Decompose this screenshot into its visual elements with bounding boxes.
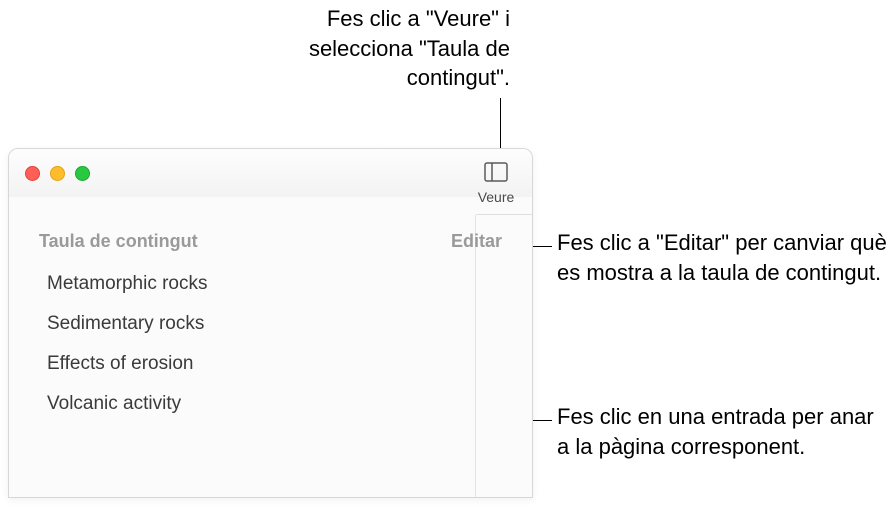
callout-toc-entry: Fes clic en una entrada per anar a la pà… [557,402,887,461]
view-button-label: Veure [478,189,515,205]
toc-item[interactable]: Sedimentary rocks [39,304,502,344]
toolbar-divider [476,214,532,215]
toc-item[interactable]: Metamorphic rocks [39,264,502,304]
callout-view: Fes clic a "Veure" i selecciona "Taula d… [230,4,510,93]
titlebar [9,149,532,197]
toc-item[interactable]: Volcanic activity [39,384,502,424]
toc-title: Taula de contingut [39,231,198,252]
window-controls [25,166,90,181]
toc-list: Metamorphic rocks Sedimentary rocks Effe… [9,264,532,424]
sidebar-view-icon [484,162,508,187]
toc-item[interactable]: Effects of erosion [39,344,502,384]
fullscreen-icon[interactable] [75,166,90,181]
app-window: Veure Taula de contingut Editar Metamorp… [8,148,533,498]
toc-sidebar: Taula de contingut Editar Metamorphic ro… [9,223,532,424]
edit-button[interactable]: Editar [451,231,502,252]
close-icon[interactable] [25,166,40,181]
minimize-icon[interactable] [50,166,65,181]
view-button[interactable]: Veure [466,155,526,211]
callout-edit: Fes clic a "Editar" per canviar què es m… [557,228,892,287]
toc-header: Taula de contingut Editar [9,223,532,264]
